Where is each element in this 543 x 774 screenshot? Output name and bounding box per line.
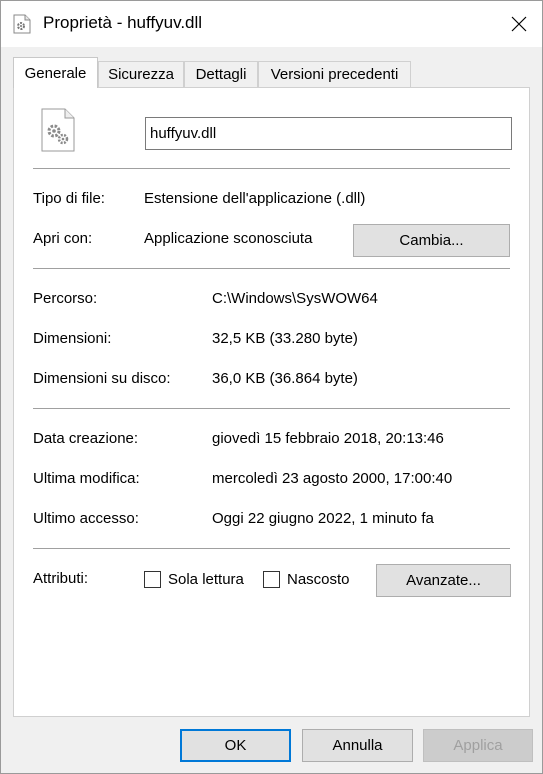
file-type-label: Tipo di file: [33,190,105,207]
hidden-checkbox[interactable] [263,571,280,588]
tab-versioni-precedenti[interactable]: Versioni precedenti [258,61,411,87]
opens-with-value: Applicazione sconosciuta [144,230,313,247]
properties-dialog: Proprietà - huffyuv.dll Generale Sicurez… [0,0,543,774]
size-on-disk-value: 36,0 KB (36.864 byte) [212,370,358,387]
accessed-label: Ultimo accesso: [33,510,139,527]
created-label: Data creazione: [33,430,139,447]
change-button[interactable]: Cambia... [353,224,510,257]
hidden-label[interactable]: Nascosto [287,571,350,588]
title-bar: Proprietà - huffyuv.dll [1,1,542,47]
modified-value: mercoledì 23 agosto 2000, 17:00:40 [212,470,453,487]
file-name-input[interactable] [145,117,512,150]
advanced-button[interactable]: Avanzate... [376,564,511,597]
change-button-label: Cambia... [399,232,464,249]
file-type-value: Estensione dell'applicazione (.dll) [144,190,366,207]
opens-with-label: Apri con: [33,230,93,247]
location-value: C:\Windows\SysWOW64 [212,290,378,307]
tab-label: Generale [24,64,87,82]
tab-label: Versioni precedenti [270,66,399,83]
readonly-label[interactable]: Sola lettura [168,571,244,588]
tab-label: Dettagli [195,66,247,83]
tab-sicurezza[interactable]: Sicurezza [98,61,184,87]
separator [33,548,510,549]
separator [33,268,510,269]
advanced-button-label: Avanzate... [406,572,481,589]
size-value: 32,5 KB (33.280 byte) [212,330,358,347]
tab-dettagli[interactable]: Dettagli [184,61,258,87]
separator [33,168,510,169]
size-label: Dimensioni: [33,330,112,347]
window-title: Proprietà - huffyuv.dll [43,13,203,32]
tab-generale[interactable]: Generale [13,57,98,88]
ok-button[interactable]: OK [180,729,291,762]
readonly-checkbox[interactable] [144,571,161,588]
tab-label: Sicurezza [108,66,174,83]
apply-button: Applica [423,729,533,762]
close-icon [511,16,527,32]
accessed-value: Oggi 22 giugno 2022, 1 minuto fa [212,510,434,527]
dll-file-icon [41,108,75,152]
apply-button-label: Applica [453,737,503,754]
cancel-button-label: Annulla [332,737,383,754]
cancel-button[interactable]: Annulla [302,729,413,762]
ok-button-label: OK [224,737,247,754]
modified-label: Ultima modifica: [33,470,140,487]
separator [33,408,510,409]
size-on-disk-label: Dimensioni su disco: [33,370,171,387]
general-panel: Tipo di file: Estensione dell'applicazio… [13,87,530,717]
created-value: giovedì 15 febbraio 2018, 20:13:46 [212,430,444,447]
attributes-label: Attributi: [33,570,89,587]
close-button[interactable] [496,1,542,47]
dll-file-icon [13,14,31,34]
location-label: Percorso: [33,290,98,307]
